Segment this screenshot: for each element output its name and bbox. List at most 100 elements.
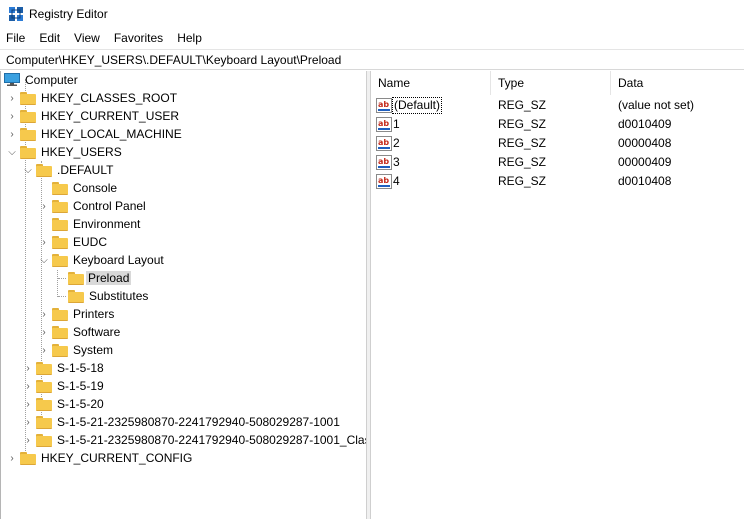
- value-row[interactable]: ab 4 REG_SZ d0010408: [371, 172, 744, 191]
- chevron-right-icon[interactable]: ›: [39, 341, 49, 359]
- chevron-right-icon[interactable]: ›: [39, 233, 49, 251]
- tree-label: .DEFAULT: [57, 163, 114, 177]
- svg-text:ab: ab: [378, 100, 389, 109]
- string-value-icon: ab: [376, 174, 392, 189]
- value-data: 00000408: [618, 136, 672, 150]
- svg-text:ab: ab: [378, 119, 389, 128]
- menu-view[interactable]: View: [67, 28, 107, 48]
- chevron-right-icon[interactable]: ›: [7, 125, 17, 143]
- registry-editor-icon: [9, 7, 23, 21]
- folder-icon: [20, 452, 36, 465]
- tree-node-printers[interactable]: › Printers: [1, 305, 366, 323]
- menu-edit[interactable]: Edit: [32, 28, 67, 48]
- tree-node-control-panel[interactable]: › Control Panel: [1, 197, 366, 215]
- tree-node-hkey-current-user[interactable]: › HKEY_CURRENT_USER: [1, 107, 366, 125]
- tree-label: S-1-5-18: [57, 361, 104, 375]
- value-data: (value not set): [618, 98, 695, 112]
- tree-label: HKEY_USERS: [41, 145, 122, 159]
- menu-help[interactable]: Help: [170, 28, 209, 48]
- string-value-icon: ab: [376, 117, 392, 132]
- tree-label: HKEY_CURRENT_CONFIG: [41, 451, 193, 465]
- column-header-name[interactable]: Name: [371, 71, 491, 95]
- value-row[interactable]: ab (Default) REG_SZ (value not set): [371, 96, 744, 115]
- tree-label: Environment: [73, 217, 141, 231]
- value-data: d0010408: [618, 174, 672, 188]
- values-list[interactable]: Name Type Data ab (Default) REG_SZ (value n…: [371, 71, 744, 519]
- tree-node-default[interactable]: ⌵ .DEFAULT: [1, 161, 366, 179]
- tree-node-hkey-users[interactable]: ⌵ HKEY_USERS: [1, 143, 366, 161]
- chevron-down-icon[interactable]: ⌵: [39, 251, 49, 269]
- tree-node-sid[interactable]: › S-1-5-19: [1, 377, 366, 395]
- column-header-type[interactable]: Type: [491, 71, 611, 95]
- folder-icon: [68, 290, 84, 303]
- tree-node-hkey-current-config[interactable]: › HKEY_CURRENT_CONFIG: [1, 449, 366, 467]
- column-header-data[interactable]: Data: [611, 71, 744, 95]
- value-data: 00000409: [618, 155, 672, 169]
- address-bar[interactable]: Computer\HKEY_USERS\.DEFAULT\Keyboard La…: [0, 49, 744, 70]
- key-tree[interactable]: Computer › HKEY_CLASSES_ROOT › HKEY_CURR…: [0, 71, 367, 519]
- chevron-right-icon[interactable]: ›: [23, 359, 33, 377]
- folder-icon: [36, 380, 52, 393]
- tree-node-hkey-local-machine[interactable]: › HKEY_LOCAL_MACHINE: [1, 125, 366, 143]
- tree-label: Control Panel: [73, 199, 146, 213]
- svg-text:ab: ab: [378, 138, 389, 147]
- tree-node-software[interactable]: › Software: [1, 323, 366, 341]
- chevron-down-icon[interactable]: ⌵: [7, 143, 17, 161]
- value-type: REG_SZ: [498, 174, 547, 188]
- tree-node-keyboard-layout[interactable]: ⌵ Keyboard Layout: [1, 251, 366, 269]
- chevron-right-icon[interactable]: ›: [39, 323, 49, 341]
- title-bar: Registry Editor: [0, 0, 744, 28]
- tree-label: Keyboard Layout: [73, 253, 164, 267]
- value-name: 2: [393, 136, 400, 150]
- tree-node-sid[interactable]: › S-1-5-18: [1, 359, 366, 377]
- tree-label: S-1-5-21-2325980870-2241792940-508029287…: [57, 433, 367, 447]
- tree-node-sid[interactable]: › S-1-5-21-2325980870-2241792940-5080292…: [1, 413, 366, 431]
- tree-node-preload[interactable]: Preload: [1, 269, 366, 287]
- folder-icon: [52, 236, 68, 249]
- menu-favorites[interactable]: Favorites: [107, 28, 170, 48]
- tree-node-console[interactable]: Console: [1, 179, 366, 197]
- chevron-right-icon[interactable]: ›: [7, 107, 17, 125]
- chevron-right-icon[interactable]: ›: [23, 395, 33, 413]
- tree-label: Substitutes: [89, 289, 149, 303]
- tree-label: Computer: [25, 73, 78, 87]
- folder-icon: [52, 218, 68, 231]
- value-data: d0010409: [618, 117, 672, 131]
- value-row[interactable]: ab 1 REG_SZ d0010409: [371, 115, 744, 134]
- tree-label: HKEY_CURRENT_USER: [41, 109, 180, 123]
- address-path[interactable]: Computer\HKEY_USERS\.DEFAULT\Keyboard La…: [6, 53, 341, 67]
- folder-icon: [20, 110, 36, 123]
- tree-node-environment[interactable]: Environment: [1, 215, 366, 233]
- chevron-right-icon[interactable]: ›: [7, 449, 17, 467]
- value-row[interactable]: ab 2 REG_SZ 00000408: [371, 134, 744, 153]
- chevron-right-icon[interactable]: ›: [23, 431, 33, 449]
- tree-node-eudc[interactable]: › EUDC: [1, 233, 366, 251]
- tree-node-system[interactable]: › System: [1, 341, 366, 359]
- tree-node-sid[interactable]: › S-1-5-20: [1, 395, 366, 413]
- chevron-right-icon[interactable]: ›: [23, 413, 33, 431]
- chevron-right-icon[interactable]: ›: [7, 89, 17, 107]
- tree-label: HKEY_CLASSES_ROOT: [41, 91, 178, 105]
- folder-icon: [20, 146, 36, 159]
- tree-label: Software: [73, 325, 121, 339]
- folder-icon: [52, 344, 68, 357]
- value-name: (Default): [391, 97, 443, 114]
- tree-node-sid[interactable]: › S-1-5-21-2325980870-2241792940-5080292…: [1, 431, 367, 449]
- chevron-right-icon[interactable]: ›: [39, 197, 49, 215]
- tree-node-hkey-classes-root[interactable]: › HKEY_CLASSES_ROOT: [1, 89, 366, 107]
- chevron-right-icon[interactable]: ›: [39, 305, 49, 323]
- tree-node-substitutes[interactable]: Substitutes: [1, 287, 366, 305]
- folder-icon: [36, 164, 52, 177]
- value-row[interactable]: ab 3 REG_SZ 00000409: [371, 153, 744, 172]
- chevron-down-icon[interactable]: ⌵: [23, 161, 33, 179]
- tree-node-computer[interactable]: Computer: [1, 71, 366, 89]
- tree-label: System: [73, 343, 114, 357]
- tree-label-selected: Preload: [86, 271, 132, 285]
- tree-label: S-1-5-21-2325980870-2241792940-508029287…: [57, 415, 340, 429]
- folder-icon: [52, 308, 68, 321]
- folder-icon: [36, 362, 52, 375]
- chevron-right-icon[interactable]: ›: [23, 377, 33, 395]
- tree-label: S-1-5-19: [57, 379, 104, 393]
- menu-file[interactable]: File: [0, 28, 32, 48]
- value-type: REG_SZ: [498, 136, 547, 150]
